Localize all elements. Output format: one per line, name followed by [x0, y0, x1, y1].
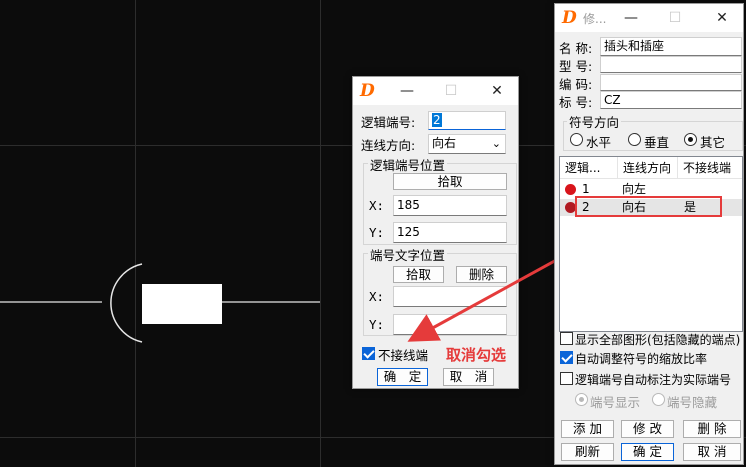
app-logo-icon: D: [360, 81, 375, 101]
radio-pin-hide: [652, 393, 665, 406]
ok-button[interactable]: 确 定: [621, 443, 674, 461]
radio-pin-show: [575, 393, 588, 406]
maximize-icon: ☐: [668, 10, 682, 26]
pin-dialog: D — ☐ ✕ 逻辑端号: 2 连线方向: 向右 ⌄ 逻辑端号位置 拾取 X: …: [352, 76, 519, 389]
direction-select[interactable]: 向右 ⌄: [428, 134, 506, 154]
pin-dot-icon: [565, 184, 576, 195]
radio-vertical[interactable]: [628, 133, 641, 146]
y2-input[interactable]: [393, 314, 507, 335]
radio-pin-show-label: 端号显示: [590, 395, 641, 410]
x-input[interactable]: 185: [393, 195, 507, 216]
model-input[interactable]: [600, 56, 742, 73]
auto-scale-checkbox[interactable]: [560, 351, 573, 364]
tag-input[interactable]: CZ: [600, 91, 742, 109]
no-connect-label: 不接线端: [378, 348, 429, 363]
cancel-button[interactable]: 取 消: [443, 368, 494, 386]
modify-button[interactable]: 修 改: [621, 420, 674, 438]
model-label: 型 号:: [559, 59, 593, 74]
x-label: X:: [369, 198, 385, 213]
annotation-text: 取消勾选: [446, 346, 507, 364]
show-all-label: 显示全部图形(包括隐藏的端点): [575, 333, 741, 347]
radio-vertical-label: 垂直: [644, 135, 670, 150]
pin-dialog-titlebar[interactable]: D — ☐ ✕: [353, 77, 518, 105]
table-header: 逻辑... 连线方向 不接线端: [560, 157, 742, 179]
highlight-box: [575, 196, 722, 217]
ok-button[interactable]: 确 定: [377, 368, 428, 386]
cancel-button[interactable]: 取 消: [683, 443, 741, 461]
pin-position-group-title: 逻辑端号位置: [368, 155, 448, 174]
symbol-dialog: D 修... — ☐ ✕ 名 称: 插头和插座 型 号: 编 码: 标 号: C…: [554, 3, 744, 465]
no-connect-checkbox[interactable]: [362, 347, 375, 360]
y2-label: Y:: [369, 317, 385, 332]
x2-label: X:: [369, 289, 385, 304]
text-position-group-title: 端号文字位置: [368, 245, 448, 264]
radio-other-label: 其它: [700, 135, 726, 150]
radio-horizontal[interactable]: [570, 133, 583, 146]
column-header[interactable]: 逻辑...: [560, 157, 618, 179]
auto-label-label: 逻辑端号自动标注为实际端号: [575, 373, 732, 387]
minimize-icon[interactable]: —: [619, 8, 643, 28]
show-all-checkbox[interactable]: [560, 332, 573, 345]
close-icon[interactable]: ✕: [710, 8, 734, 28]
minimize-icon[interactable]: —: [395, 81, 419, 101]
symbol-dialog-titlebar[interactable]: D 修... — ☐ ✕: [555, 4, 743, 32]
delete-text-position-button[interactable]: 删除: [456, 266, 507, 283]
radio-other[interactable]: [684, 133, 697, 146]
pick-text-position-button[interactable]: 拾取: [393, 266, 444, 283]
column-header[interactable]: 不接线端: [678, 157, 742, 179]
direction-label: 连线方向:: [361, 138, 416, 153]
radio-horizontal-label: 水平: [586, 135, 612, 150]
auto-label-checkbox[interactable]: [560, 372, 573, 385]
code-input[interactable]: [600, 74, 742, 91]
pin-table[interactable]: 逻辑... 连线方向 不接线端 1 向左 2 向右 是: [559, 156, 743, 332]
close-icon[interactable]: ✕: [485, 81, 509, 101]
maximize-icon: ☐: [444, 83, 458, 99]
name-label: 名 称:: [559, 41, 593, 56]
auto-scale-label: 自动调整符号的缩放比率: [575, 352, 708, 366]
radio-pin-hide-label: 端号隐藏: [667, 395, 718, 410]
direction-value: 向右: [432, 136, 457, 150]
pin-number-input[interactable]: 2: [428, 111, 506, 130]
window-title: 修...: [583, 12, 607, 26]
tag-label: 标 号:: [559, 95, 593, 110]
refresh-button[interactable]: 刷新: [561, 443, 614, 461]
chevron-down-icon: ⌄: [491, 137, 501, 150]
column-header[interactable]: 连线方向: [618, 157, 678, 179]
symbol-direction-group-title: 符号方向: [567, 112, 622, 131]
plug-rect: [142, 284, 222, 324]
y-label: Y:: [369, 225, 385, 240]
socket-arc: [110, 263, 143, 343]
pick-position-button[interactable]: 拾取: [393, 173, 507, 190]
add-button[interactable]: 添 加: [561, 420, 614, 438]
pin-number-value: 2: [432, 113, 442, 127]
pin-number-label: 逻辑端号:: [361, 115, 416, 130]
delete-button[interactable]: 删 除: [683, 420, 741, 438]
x2-input[interactable]: [393, 286, 507, 307]
app-logo-icon: D: [562, 8, 577, 28]
y-input[interactable]: 125: [393, 222, 507, 243]
code-label: 编 码:: [559, 77, 593, 92]
name-input[interactable]: 插头和插座: [600, 37, 742, 56]
